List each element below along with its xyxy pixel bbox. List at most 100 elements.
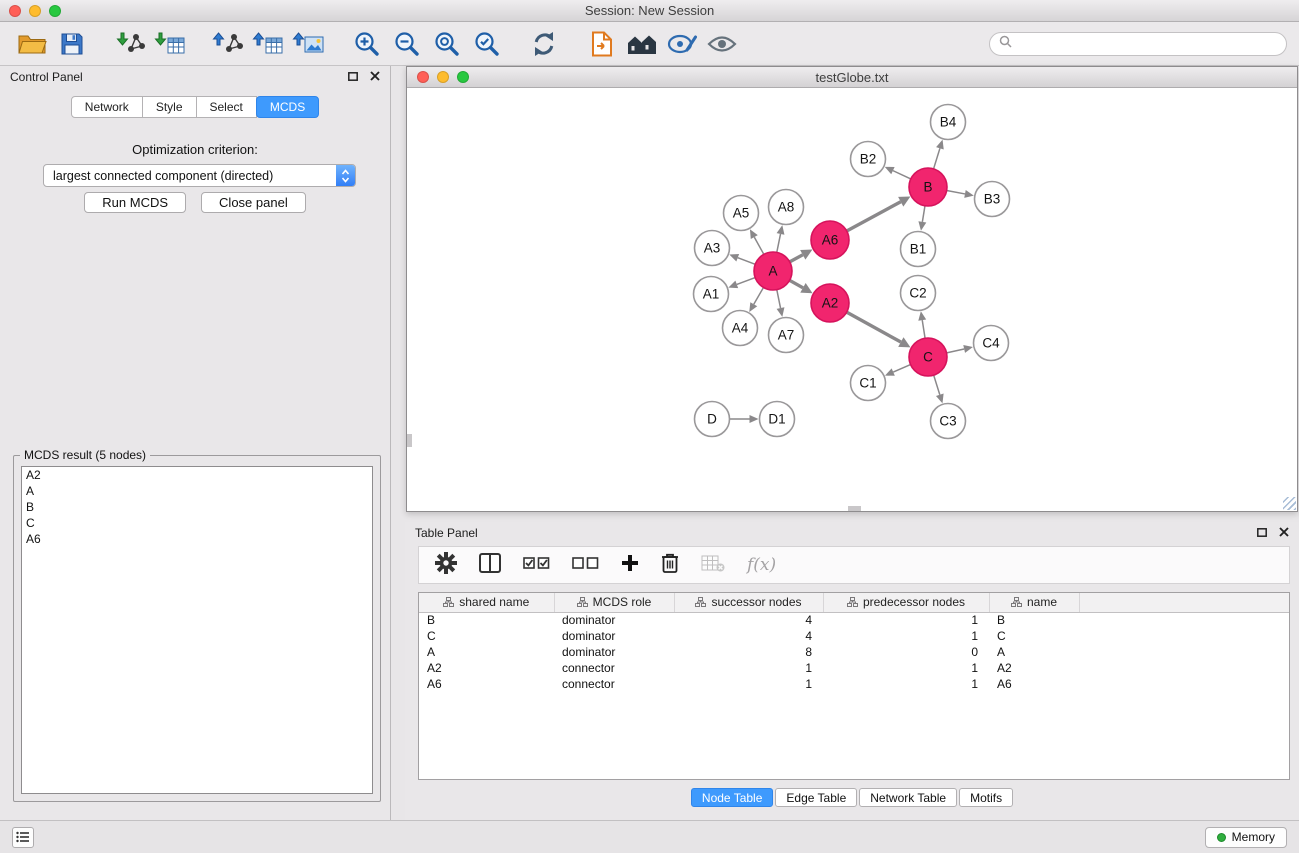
graph-edge-A2-C[interactable] — [847, 312, 901, 342]
graph-edge-A-A5[interactable] — [754, 237, 764, 254]
result-item[interactable]: C — [22, 515, 372, 531]
close-panel-button[interactable]: Close panel — [201, 192, 306, 213]
table-cell[interactable]: A2 — [419, 660, 554, 676]
table-cell[interactable]: 1 — [674, 676, 823, 692]
graph-node-A5[interactable]: A5 — [724, 196, 759, 231]
table-row[interactable]: Cdominator41C — [419, 628, 1289, 644]
graph-node-B4[interactable]: B4 — [931, 105, 966, 140]
tab-node-table[interactable]: Node Table — [691, 788, 774, 807]
table-row[interactable]: A6connector11A6 — [419, 676, 1289, 692]
table-cell[interactable]: A — [989, 644, 1079, 660]
node-table[interactable]: shared nameMCDS rolesuccessor nodesprede… — [418, 592, 1290, 780]
graph-node-C2[interactable]: C2 — [901, 276, 936, 311]
graph-edge-A-A2[interactable] — [790, 280, 803, 288]
horizontal-scrollbar-stub[interactable] — [848, 506, 861, 511]
save-session-button[interactable] — [52, 26, 92, 62]
graph-node-D1[interactable]: D1 — [760, 402, 795, 437]
graph-edge-C-C3[interactable] — [934, 375, 940, 395]
zoom-network-window-button[interactable] — [457, 71, 469, 83]
result-item[interactable]: A6 — [22, 531, 372, 547]
graph-node-B[interactable]: B — [909, 168, 947, 206]
column-chooser-button[interactable] — [479, 553, 501, 578]
select-all-rows-button[interactable] — [523, 555, 550, 576]
column-header-MCDS-role[interactable]: MCDS role — [554, 593, 674, 612]
graph-node-A6[interactable]: A6 — [811, 221, 849, 259]
column-header-name[interactable]: name — [989, 593, 1079, 612]
import-network-button[interactable] — [110, 26, 150, 62]
refresh-button[interactable] — [524, 26, 564, 62]
import-table-disabled-button[interactable] — [701, 553, 725, 578]
import-table-button[interactable] — [150, 26, 190, 62]
table-cell[interactable]: 1 — [823, 628, 989, 644]
task-history-button[interactable] — [12, 827, 34, 848]
graph-edge-B-B3[interactable] — [947, 191, 965, 194]
run-mcds-button[interactable]: Run MCDS — [84, 192, 186, 213]
network-graph[interactable]: B4B2BB3A5A8A6B1A3AA1C2A2A4A7C4C1CC3DD1 — [407, 88, 1295, 510]
search-input[interactable] — [1017, 37, 1277, 51]
graph-node-A2[interactable]: A2 — [811, 284, 849, 322]
graph-node-B1[interactable]: B1 — [901, 232, 936, 267]
table-cell[interactable]: 4 — [674, 628, 823, 644]
graph-node-C[interactable]: C — [909, 338, 947, 376]
graph-edge-B-B2[interactable] — [893, 171, 911, 179]
open-session-document-button[interactable] — [582, 26, 622, 62]
table-cell[interactable]: dominator — [554, 612, 674, 628]
column-header-predecessor-nodes[interactable]: predecessor nodes — [823, 593, 989, 612]
table-cell[interactable]: dominator — [554, 644, 674, 660]
close-table-panel-icon[interactable] — [1279, 526, 1289, 540]
table-cell[interactable]: 4 — [674, 612, 823, 628]
tab-select[interactable]: Select — [196, 96, 257, 118]
deselect-all-rows-button[interactable] — [572, 555, 599, 576]
network-window-titlebar[interactable]: testGlobe.txt — [407, 67, 1297, 88]
graph-edge-A-A3[interactable] — [738, 258, 755, 265]
zoom-fit-button[interactable] — [426, 26, 466, 62]
minimize-window-button[interactable] — [29, 5, 41, 17]
tab-motifs[interactable]: Motifs — [959, 788, 1013, 807]
table-cell[interactable]: A2 — [989, 660, 1079, 676]
graph-node-A3[interactable]: A3 — [695, 231, 730, 266]
resize-grip[interactable] — [1283, 497, 1296, 510]
zoom-window-button[interactable] — [49, 5, 61, 17]
export-network-button[interactable] — [208, 26, 248, 62]
minimize-network-window-button[interactable] — [437, 71, 449, 83]
column-header-shared-name[interactable]: shared name — [419, 593, 554, 612]
result-item[interactable]: A2 — [22, 467, 372, 483]
home-view-button[interactable] — [622, 26, 662, 62]
table-cell[interactable]: 1 — [823, 660, 989, 676]
add-row-button[interactable] — [621, 554, 639, 577]
graph-edge-A-A1[interactable] — [737, 278, 755, 285]
table-cell[interactable]: A6 — [989, 676, 1079, 692]
graph-edge-B-B1[interactable] — [922, 206, 925, 222]
float-table-panel-icon[interactable] — [1257, 526, 1267, 540]
table-cell[interactable]: B — [989, 612, 1079, 628]
graph-node-C1[interactable]: C1 — [851, 366, 886, 401]
graph-edge-C-C2[interactable] — [922, 320, 925, 338]
close-window-button[interactable] — [9, 5, 21, 17]
table-cell[interactable]: C — [989, 628, 1079, 644]
network-canvas[interactable]: B4B2BB3A5A8A6B1A3AA1C2A2A4A7C4C1CC3DD1 — [407, 88, 1297, 511]
table-cell[interactable]: 1 — [823, 612, 989, 628]
graph-edge-A6-B[interactable] — [847, 202, 901, 231]
tab-network-table[interactable]: Network Table — [859, 788, 957, 807]
zoom-out-button[interactable] — [386, 26, 426, 62]
graph-node-B2[interactable]: B2 — [851, 142, 886, 177]
tab-network[interactable]: Network — [71, 96, 143, 118]
graph-node-C3[interactable]: C3 — [931, 404, 966, 439]
graph-node-A4[interactable]: A4 — [723, 311, 758, 346]
table-settings-button[interactable] — [435, 552, 457, 579]
graph-edge-A-A6[interactable] — [790, 255, 803, 262]
column-header-successor-nodes[interactable]: successor nodes — [674, 593, 823, 612]
graph-edge-A-A8[interactable] — [777, 234, 781, 252]
network-window[interactable]: testGlobe.txt B4B2BB3A5A8A6B1A3AA1C2A2A4… — [406, 66, 1298, 512]
table-cell[interactable]: 1 — [674, 660, 823, 676]
graph-edge-A-A4[interactable] — [754, 287, 764, 304]
memory-button[interactable]: Memory — [1205, 827, 1287, 848]
table-cell[interactable]: connector — [554, 676, 674, 692]
tab-edge-table[interactable]: Edge Table — [775, 788, 857, 807]
export-image-button[interactable] — [288, 26, 328, 62]
graph-node-A1[interactable]: A1 — [694, 277, 729, 312]
show-graphics-details-button[interactable] — [702, 26, 742, 62]
table-cell[interactable]: B — [419, 612, 554, 628]
close-network-window-button[interactable] — [417, 71, 429, 83]
search-box[interactable] — [989, 32, 1287, 56]
